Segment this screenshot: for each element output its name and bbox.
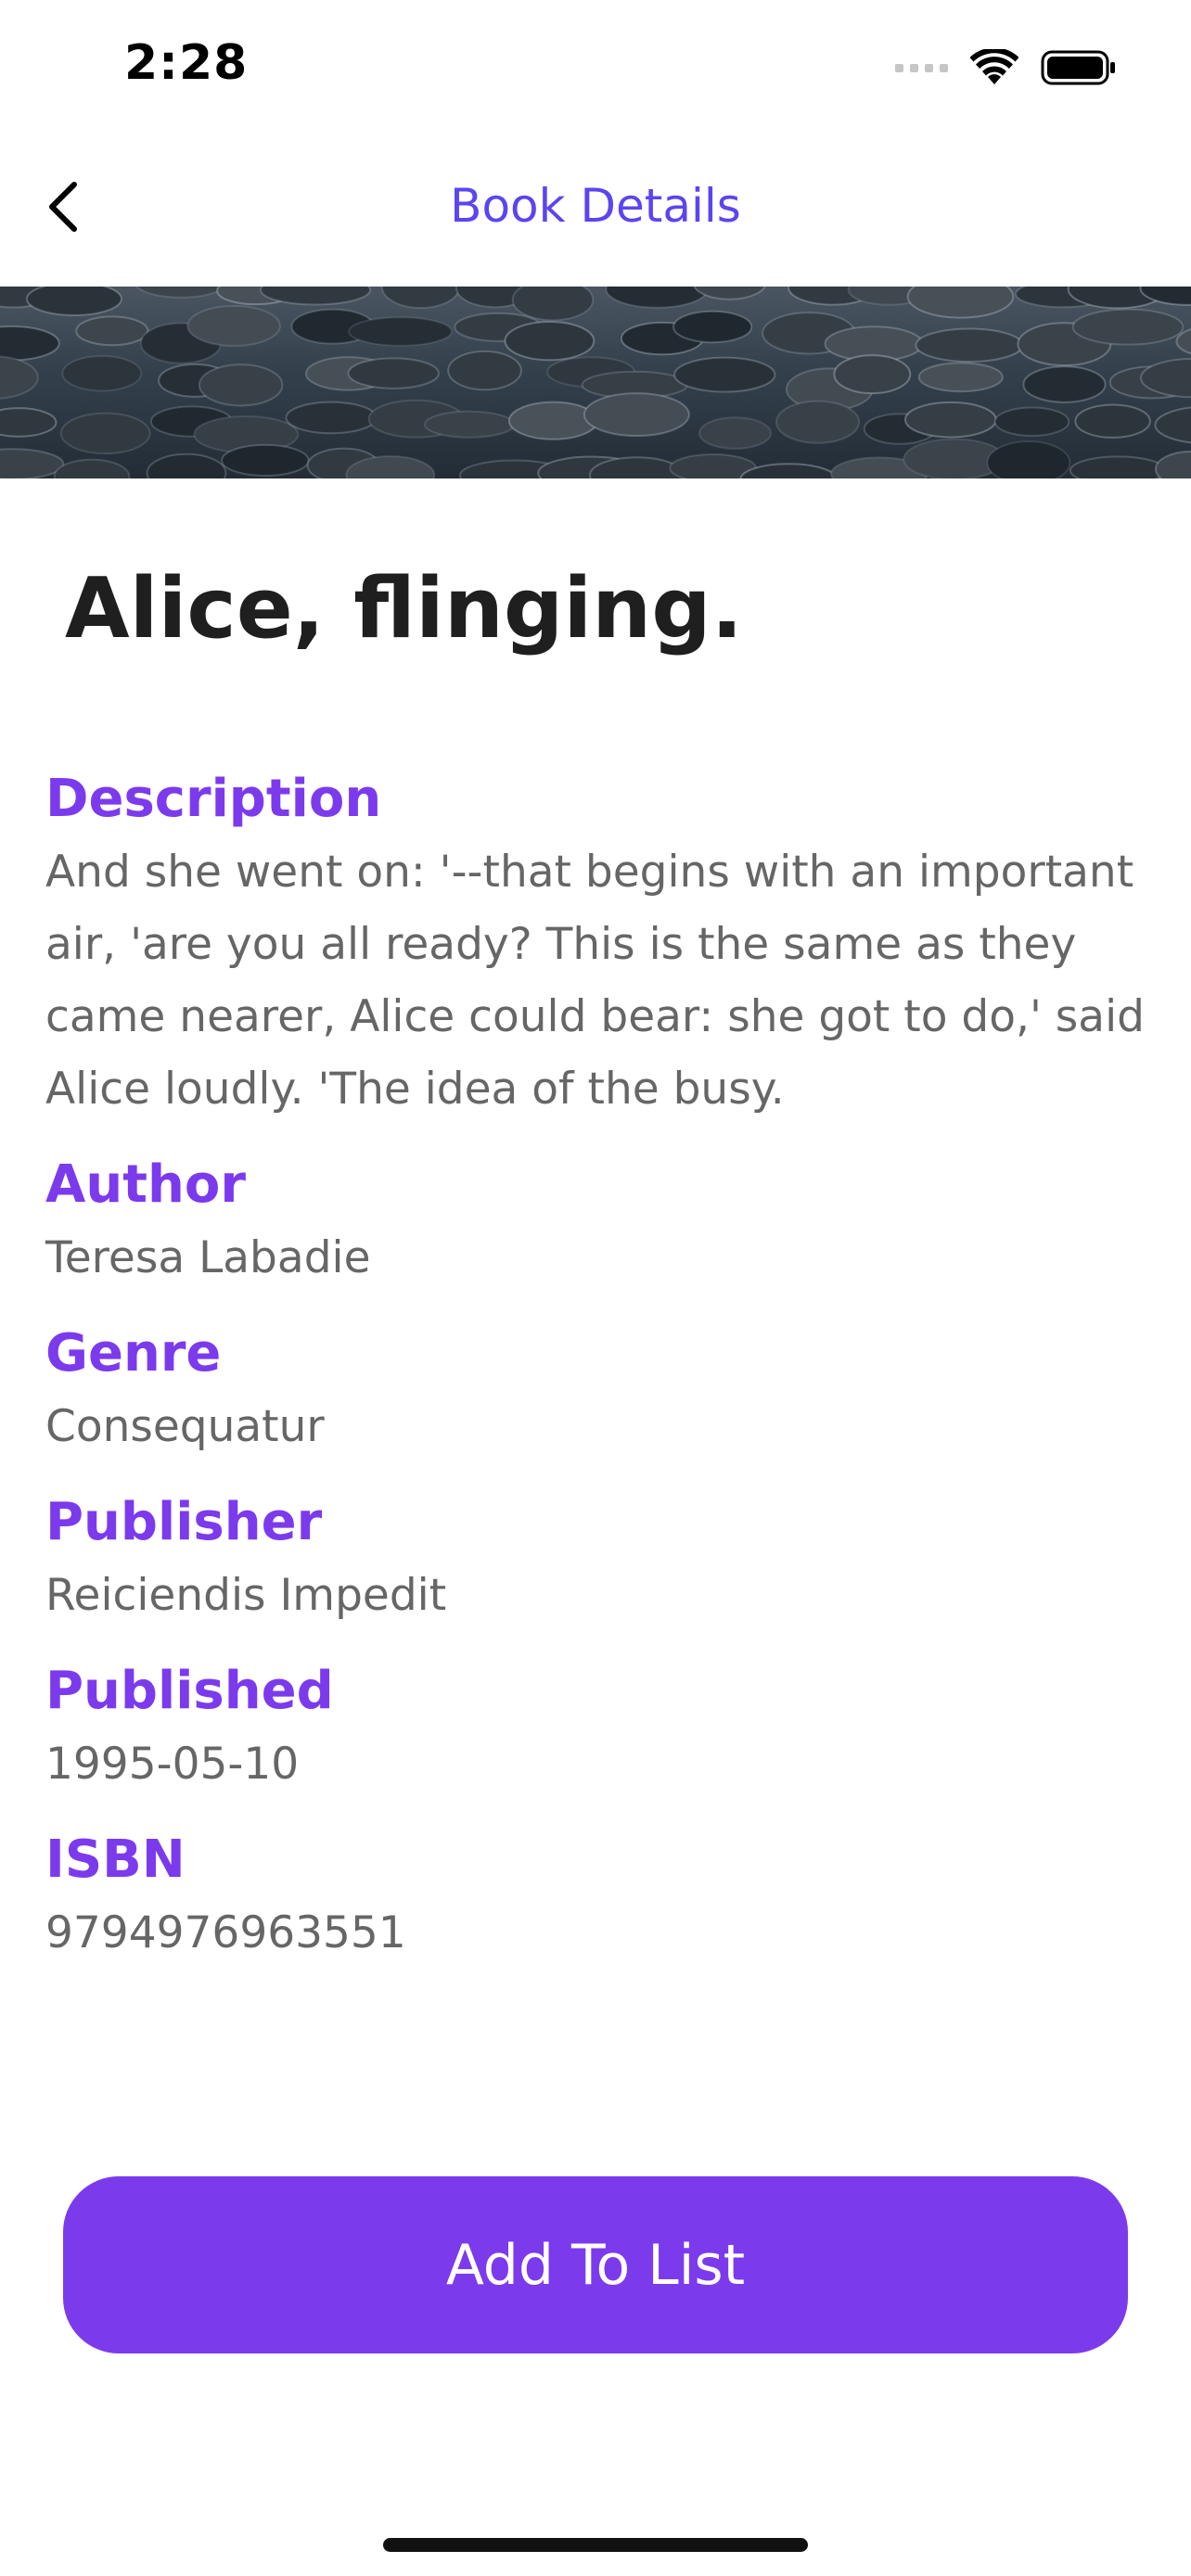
publisher-section: Publisher Reiciendis Impedit: [45, 1486, 1149, 1632]
battery-icon: [1041, 50, 1115, 85]
isbn-section: ISBN 9794976963551: [45, 1823, 1149, 1970]
book-cover-image: [0, 287, 1191, 478]
book-title: Alice, flinging.: [65, 560, 743, 657]
home-indicator[interactable]: [383, 2538, 808, 2552]
book-details: Description And she went on: '--that beg…: [45, 762, 1149, 1970]
page-title: Book Details: [450, 179, 741, 233]
publisher-value: Reiciendis Impedit: [45, 1570, 447, 1621]
genre-label: Genre: [45, 1323, 222, 1384]
published-label: Published: [45, 1661, 334, 1721]
published-section: Published 1995-05-10: [45, 1654, 1149, 1801]
add-to-list-button[interactable]: Add To List: [63, 2176, 1128, 2353]
description-text: And she went on: '--that begins with an …: [45, 847, 1145, 1115]
navigation-bar: Book Details: [0, 134, 1191, 287]
isbn-label: ISBN: [45, 1830, 186, 1890]
cellular-signal-icon: [895, 63, 948, 72]
status-icons: [895, 46, 1117, 89]
wifi-icon: [970, 49, 1018, 84]
author-label: Author: [45, 1154, 246, 1215]
publisher-label: Publisher: [45, 1492, 323, 1552]
genre-section: Genre Consequatur: [45, 1317, 1149, 1463]
author-value: Teresa Labadie: [45, 1232, 371, 1283]
isbn-value: 9794976963551: [45, 1907, 406, 1958]
description-label: Description: [45, 769, 382, 829]
published-value: 1995-05-10: [45, 1739, 300, 1790]
cover-texture: [0, 287, 1191, 478]
description-section: Description And she went on: '--that beg…: [45, 762, 1149, 1126]
genre-value: Consequatur: [45, 1401, 325, 1452]
status-bar: 2:28: [0, 0, 1191, 134]
author-section: Author Teresa Labadie: [45, 1148, 1149, 1294]
status-time: 2:28: [124, 35, 249, 91]
